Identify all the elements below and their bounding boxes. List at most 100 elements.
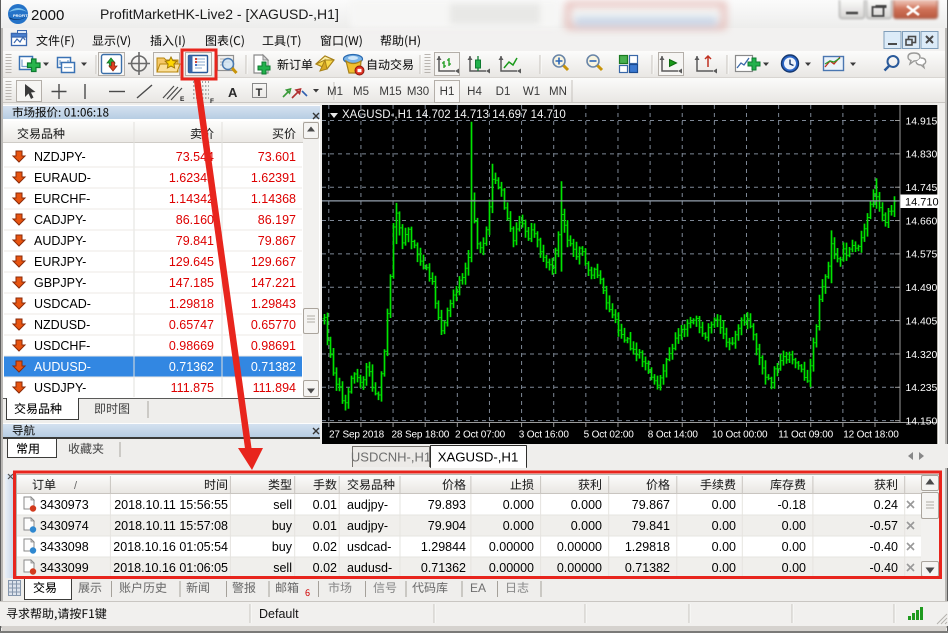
svg-text:86.160: 86.160	[176, 213, 214, 227]
svg-text:buy: buy	[272, 540, 293, 554]
svg-text:0.24: 0.24	[874, 498, 898, 512]
svg-text:1.14368: 1.14368	[251, 192, 296, 206]
svg-text:10 Oct 00:00: 10 Oct 00:00	[712, 430, 768, 441]
svg-text:3433098: 3433098	[40, 540, 89, 554]
svg-text:XAGUSD-,H1 14.702 14.713 14.6: XAGUSD-,H1 14.702 14.713 14.697 14.710	[342, 109, 566, 121]
svg-text:14.235: 14.235	[906, 383, 938, 394]
svg-text:0.00: 0.00	[712, 561, 736, 575]
svg-text:buy: buy	[272, 519, 293, 533]
svg-text:-0.40: -0.40	[870, 540, 899, 554]
svg-text:3430974: 3430974	[40, 519, 89, 533]
svg-text:111.894: 111.894	[253, 381, 296, 395]
svg-text:EURJPY-: EURJPY-	[34, 255, 86, 269]
svg-text:M15: M15	[379, 86, 401, 98]
svg-text:USDCAD-: USDCAD-	[34, 297, 91, 311]
svg-text:79.841: 79.841	[632, 519, 670, 533]
svg-text:0.00000: 0.00000	[489, 540, 534, 554]
svg-text:14.150: 14.150	[906, 416, 938, 427]
svg-text:USDCHF-: USDCHF-	[34, 339, 90, 353]
svg-text:0.71382: 0.71382	[251, 360, 296, 374]
svg-text:W1: W1	[523, 86, 540, 98]
svg-text:audjpy-: audjpy-	[347, 519, 388, 533]
svg-text:0.65770: 0.65770	[251, 318, 296, 332]
svg-text:5 Oct 02:00: 5 Oct 02:00	[584, 430, 635, 441]
svg-text:14.915: 14.915	[906, 116, 938, 127]
svg-text:79.893: 79.893	[428, 498, 466, 512]
svg-text:86.197: 86.197	[258, 213, 296, 227]
svg-text:M5: M5	[353, 86, 369, 98]
svg-text:0.98669: 0.98669	[169, 339, 214, 353]
svg-text:73.601: 73.601	[258, 150, 296, 164]
svg-text:2018.10.11 15:57:08: 2018.10.11 15:57:08	[114, 519, 228, 533]
svg-text:147.185: 147.185	[169, 276, 214, 290]
svg-text:79.867: 79.867	[258, 234, 296, 248]
svg-text:0.71382: 0.71382	[625, 561, 670, 575]
svg-text:sell: sell	[273, 561, 292, 575]
svg-text:M1: M1	[327, 86, 343, 98]
svg-text:0.00: 0.00	[782, 561, 806, 575]
svg-text:14.320: 14.320	[906, 350, 938, 361]
svg-text:14.490: 14.490	[906, 283, 938, 294]
svg-text:H4: H4	[467, 86, 482, 98]
svg-text:0.00000: 0.00000	[557, 540, 602, 554]
svg-text:0.01: 0.01	[313, 498, 337, 512]
svg-text:3 Oct 16:00: 3 Oct 16:00	[519, 430, 570, 441]
svg-text:8 Oct 14:00: 8 Oct 14:00	[648, 430, 699, 441]
svg-text:129.667: 129.667	[251, 255, 296, 269]
svg-text:GBPJPY-: GBPJPY-	[34, 276, 86, 290]
svg-text:1.14342: 1.14342	[169, 192, 214, 206]
svg-text:0.02: 0.02	[313, 561, 337, 575]
svg-text:EURAUD-: EURAUD-	[34, 171, 91, 185]
svg-text:14.405: 14.405	[906, 316, 938, 327]
svg-text:0.000: 0.000	[503, 519, 534, 533]
svg-text:-0.40: -0.40	[870, 561, 899, 575]
svg-text:1.29843: 1.29843	[251, 297, 296, 311]
svg-text:0.00: 0.00	[712, 519, 736, 533]
svg-text:1.62391: 1.62391	[251, 171, 296, 185]
svg-text:3433099: 3433099	[40, 561, 89, 575]
svg-text:M30: M30	[407, 86, 429, 98]
svg-text:79.904: 79.904	[428, 519, 466, 533]
svg-text:USDJPY-: USDJPY-	[34, 381, 86, 395]
svg-text:MN: MN	[549, 86, 567, 98]
svg-text:0.00: 0.00	[712, 540, 736, 554]
svg-text:0.71362: 0.71362	[169, 360, 214, 374]
svg-text:2018.10.16 01:06:05: 2018.10.16 01:06:05	[113, 561, 228, 575]
svg-text:14.575: 14.575	[906, 250, 938, 261]
svg-text:14.830: 14.830	[906, 150, 938, 161]
svg-text:0.00: 0.00	[712, 498, 736, 512]
svg-text:EA: EA	[470, 581, 486, 595]
svg-text:2 Oct 07:00: 2 Oct 07:00	[455, 430, 506, 441]
svg-text:AUDUSD-: AUDUSD-	[34, 360, 91, 374]
svg-text:Default: Default	[259, 607, 299, 621]
svg-text:14.710: 14.710	[905, 196, 939, 208]
svg-text:audusd-: audusd-	[347, 561, 392, 575]
svg-text:28 Sep 18:00: 28 Sep 18:00	[392, 430, 450, 441]
svg-text:sell: sell	[273, 498, 292, 512]
svg-text:11 Oct 09:00: 11 Oct 09:00	[778, 430, 833, 441]
svg-text:/: /	[74, 480, 78, 492]
svg-text:A: A	[228, 85, 238, 100]
svg-text:0.01: 0.01	[313, 519, 337, 533]
svg-text:2000: 2000	[31, 7, 64, 24]
svg-text:NZDUSD-: NZDUSD-	[34, 318, 90, 332]
svg-text:0.000: 0.000	[571, 519, 602, 533]
svg-text:79.841: 79.841	[176, 234, 214, 248]
svg-text:0.000: 0.000	[503, 498, 534, 512]
svg-text:0.00000: 0.00000	[557, 561, 602, 575]
svg-text:T: T	[256, 87, 263, 99]
svg-text:0.00: 0.00	[782, 519, 806, 533]
svg-text:EURCHF-: EURCHF-	[34, 192, 90, 206]
svg-text:0.00000: 0.00000	[489, 561, 534, 575]
svg-text:12 Oct 18:00: 12 Oct 18:00	[843, 430, 899, 441]
svg-text:14.745: 14.745	[906, 183, 938, 194]
svg-text:129.645: 129.645	[169, 255, 214, 269]
svg-text:D1: D1	[496, 86, 511, 98]
svg-text:147.221: 147.221	[251, 276, 296, 290]
svg-text:0.000: 0.000	[571, 498, 602, 512]
svg-text:1.29844: 1.29844	[421, 540, 466, 554]
svg-text:3430973: 3430973	[40, 498, 89, 512]
svg-text:NZDJPY-: NZDJPY-	[34, 150, 86, 164]
svg-text:79.867: 79.867	[632, 498, 670, 512]
svg-text:14.660: 14.660	[906, 216, 938, 227]
